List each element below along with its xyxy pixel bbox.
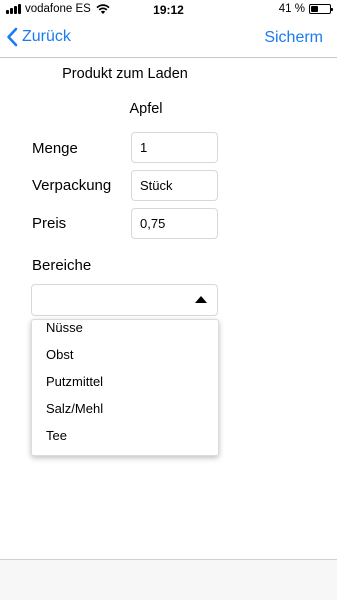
- areas-dropdown-list[interactable]: Nüsse Obst Putzmittel Salz/Mehl Tee: [31, 319, 219, 456]
- dropdown-item-nuts[interactable]: Nüsse: [46, 320, 83, 335]
- areas-label: Bereiche: [32, 257, 92, 274]
- status-bar: vodafone ES 19:12 41 %: [0, 0, 337, 20]
- battery-fill: [311, 6, 319, 12]
- battery-percentage: 41 %: [278, 3, 305, 15]
- dropdown-item-salt-flour[interactable]: Salz/Mehl: [46, 401, 103, 416]
- packaging-label: Verpackung: [32, 177, 112, 194]
- chevron-left-icon: [7, 27, 18, 47]
- dropdown-item-fruit[interactable]: Obst: [46, 347, 73, 362]
- dropdown-item-cleaning[interactable]: Putzmittel: [46, 374, 103, 389]
- navigation-bar: Zurück Sicherm: [0, 20, 337, 58]
- product-name: Apfel: [129, 101, 163, 117]
- price-input[interactable]: [131, 208, 218, 239]
- quantity-label: Menge: [32, 140, 78, 157]
- price-label: Preis: [32, 215, 67, 232]
- back-button-label: Zurück: [22, 28, 71, 45]
- page-title: Produkt zum Laden: [62, 66, 188, 82]
- status-right: 41 %: [278, 3, 333, 15]
- areas-select[interactable]: [31, 284, 218, 316]
- dropdown-item-tea[interactable]: Tee: [46, 428, 67, 443]
- save-button[interactable]: Sicherm: [264, 29, 323, 47]
- caret-up-icon: [195, 296, 207, 303]
- packaging-input[interactable]: [131, 170, 218, 201]
- battery-icon: [309, 4, 333, 14]
- bottom-toolbar: [0, 559, 337, 600]
- quantity-input[interactable]: [131, 132, 218, 163]
- back-button[interactable]: Zurück: [6, 27, 71, 47]
